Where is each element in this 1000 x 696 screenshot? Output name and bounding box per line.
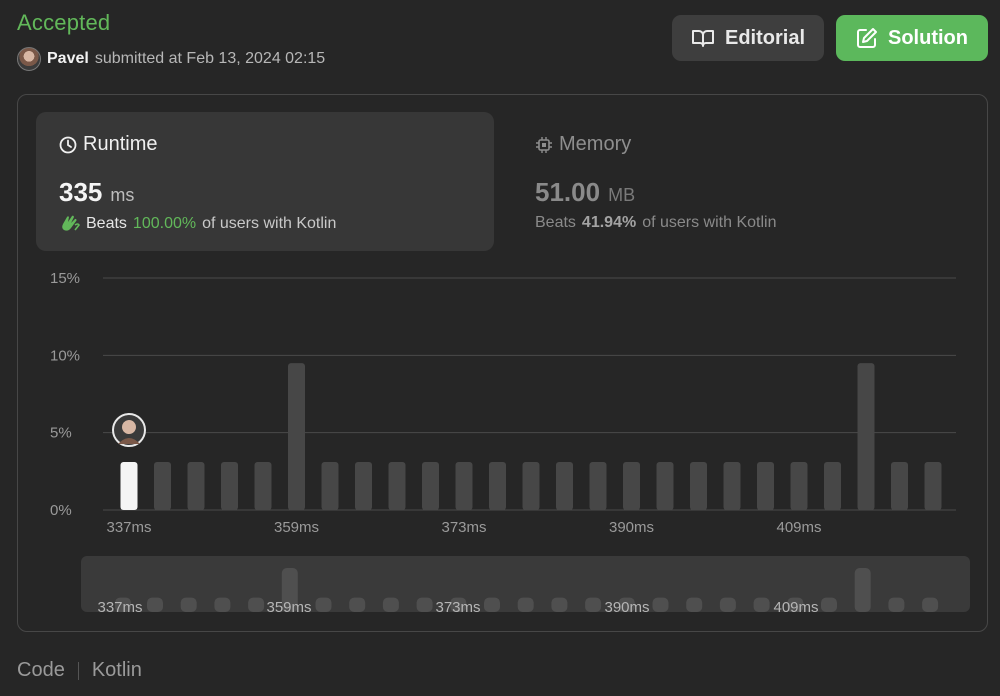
overview-bar (248, 597, 265, 612)
chart-bar (556, 462, 573, 510)
overview-tick-label: 409ms (773, 599, 818, 616)
chart-bar (120, 462, 138, 510)
chart-bar (690, 462, 707, 510)
chart-bar (154, 462, 171, 510)
overview-bar (315, 597, 332, 612)
chart-bar (455, 462, 473, 510)
code-language[interactable]: Kotlin (92, 659, 142, 682)
chart-bar (757, 462, 774, 510)
overview-bar (349, 597, 366, 612)
x-tick-label: 390ms (609, 519, 654, 536)
y-tick-label: 15% (50, 270, 80, 287)
x-tick-label: 373ms (441, 519, 486, 536)
chart-bar (355, 462, 372, 510)
runtime-distribution-chart: 0% 5% 10% 15% 337ms 359ms 373ms 390ms 409ms 337ms… (50, 270, 970, 616)
chart-bar (288, 363, 305, 510)
footer-divider (77, 661, 79, 680)
chart-bar (656, 462, 674, 510)
x-tick-label: 337ms (106, 519, 151, 536)
overview-bar (854, 568, 871, 612)
x-tick-label: 359ms (274, 519, 319, 536)
chart-bar (589, 462, 607, 510)
y-tick-label: 10% (50, 347, 80, 364)
chart-bar (422, 462, 439, 510)
overview-tick-label: 390ms (604, 599, 649, 616)
chart-bar (623, 462, 640, 510)
overview-tick-label: 373ms (435, 599, 480, 616)
overview-bar (888, 597, 905, 612)
chart-bar (857, 363, 875, 510)
overview-tick-label: 337ms (97, 599, 142, 616)
chart-bar (221, 462, 238, 510)
overview-bar (484, 597, 500, 612)
y-tick-label: 0% (50, 502, 72, 519)
chart-bar (321, 462, 339, 510)
overview-bar (821, 597, 837, 612)
chart-bar (924, 462, 942, 510)
avatar-face (122, 420, 136, 435)
overview-tick-label: 359ms (266, 599, 311, 616)
overview-bar (719, 597, 736, 612)
overview-bar (551, 597, 568, 612)
chart-bar (388, 462, 406, 510)
overview-bar (214, 597, 231, 612)
chart-bar (891, 462, 908, 510)
chart-bar (254, 462, 272, 510)
y-tick-label: 5% (50, 425, 72, 442)
chart-bar (489, 462, 506, 510)
chart-bar (522, 462, 540, 510)
overview-bar (585, 597, 602, 612)
code-label[interactable]: Code (17, 659, 65, 682)
overview-bar (382, 597, 399, 612)
x-tick-label: 409ms (776, 519, 821, 536)
overview-bar (686, 597, 703, 612)
overview-bar (753, 597, 770, 612)
code-footer: Code Kotlin (17, 659, 142, 682)
overview-bar (517, 597, 534, 612)
overview-bar (416, 597, 433, 612)
chart-bar (824, 462, 841, 510)
chart-bar (187, 462, 205, 510)
overview-bar (180, 597, 197, 612)
chart-bar (723, 462, 741, 510)
overview-bar (922, 597, 939, 612)
chart-bar (790, 462, 808, 510)
overview-bar (652, 597, 669, 612)
overview-bar (147, 597, 163, 612)
